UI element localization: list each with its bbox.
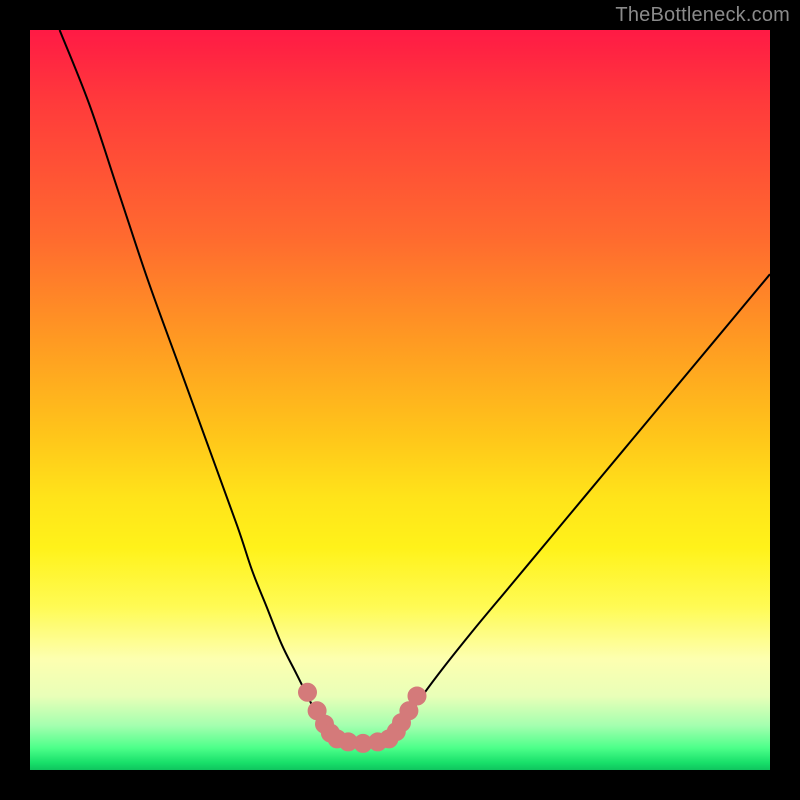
plot-area (30, 30, 770, 770)
highlight-markers (299, 683, 427, 752)
watermark-text: TheBottleneck.com (615, 4, 790, 27)
highlight-point (299, 683, 317, 701)
chart-frame: TheBottleneck.com (0, 0, 800, 800)
highlight-point (408, 687, 426, 705)
right-curve (393, 274, 770, 737)
left-curve (60, 30, 334, 737)
curve-layer (30, 30, 770, 770)
